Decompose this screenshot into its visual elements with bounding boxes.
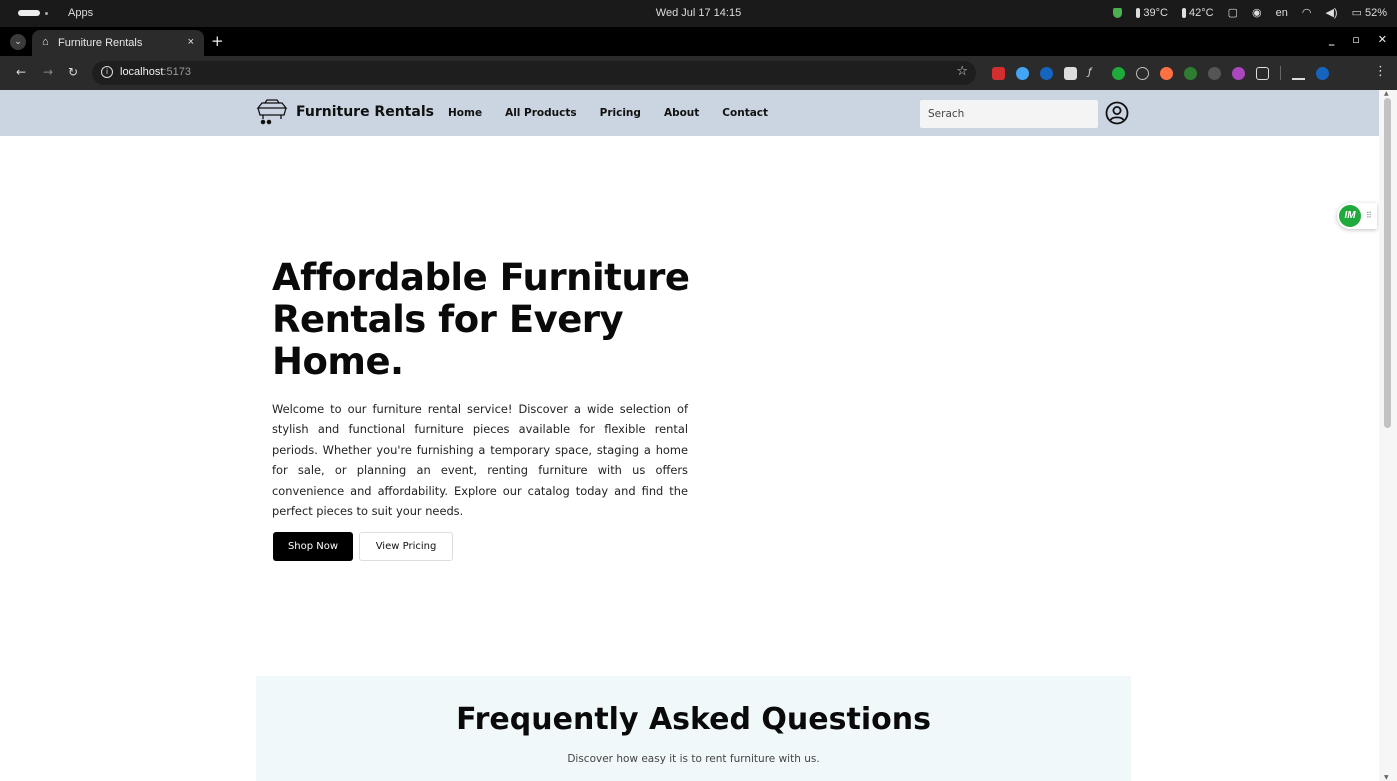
scroll-up-icon[interactable]: ▲: [1384, 90, 1389, 97]
back-icon[interactable]: ←: [16, 65, 26, 79]
tab-close-icon[interactable]: ×: [188, 36, 194, 48]
extensions-bar: ƒ: [992, 66, 1329, 80]
cart-logo-icon: [256, 98, 288, 126]
extension-grammar-icon[interactable]: [1184, 66, 1197, 80]
extension-purple-icon[interactable]: [1232, 66, 1245, 80]
floating-extension-widget[interactable]: IM ⠿: [1337, 203, 1377, 229]
extension-orange-icon[interactable]: [1160, 66, 1173, 80]
address-bar[interactable]: i localhost:5173 ☆: [92, 61, 976, 85]
hero-heading: Affordable Furniture Rentals for Every H…: [272, 256, 690, 383]
extensions-puzzle-icon[interactable]: [1256, 66, 1269, 80]
battery-percent: 52%: [1364, 6, 1387, 19]
thermometer-icon: [1181, 7, 1186, 18]
extension-red-icon[interactable]: [992, 66, 1005, 80]
extension-green-icon[interactable]: [1112, 66, 1125, 80]
minimize-icon[interactable]: _: [1329, 33, 1335, 46]
extension-blue-icon[interactable]: [1040, 66, 1053, 80]
gpu-temp[interactable]: 42°C: [1181, 6, 1214, 19]
new-tab-button[interactable]: +: [211, 32, 224, 50]
profile-avatar-icon[interactable]: [1316, 66, 1329, 80]
url-port: :5173: [163, 66, 191, 78]
brand-name: Furniture Rentals: [296, 104, 434, 120]
bookmark-star-icon[interactable]: ☆: [956, 64, 968, 79]
im-badge-icon[interactable]: IM: [1339, 205, 1361, 227]
nav-link-contact[interactable]: Contact: [722, 107, 768, 119]
site-info-icon[interactable]: i: [101, 66, 113, 78]
browser-tab[interactable]: ⌂ Furniture Rentals ×: [32, 30, 204, 56]
restore-icon[interactable]: ▫: [1352, 33, 1359, 46]
system-tray: 39°C 42°C ▢ ◉ en ◠ ◀) ▭ 52%: [1113, 6, 1387, 19]
cpu-temp[interactable]: 39°C: [1136, 7, 1168, 19]
site-navbar: Furniture Rentals Home All Products Pric…: [0, 90, 1379, 136]
nav-link-about[interactable]: About: [664, 107, 699, 119]
window-controls: _ ▫ ✕: [1329, 33, 1387, 46]
faq-subtitle: Discover how easy it is to rent furnitur…: [567, 753, 820, 765]
os-top-bar: Apps Wed Jul 17 14:15 39°C 42°C ▢ ◉ en ◠…: [0, 0, 1397, 27]
battery-icon: ▭: [1351, 7, 1362, 19]
volume-icon[interactable]: ◀): [1325, 6, 1337, 19]
drag-handle-icon[interactable]: ⠿: [1366, 211, 1372, 220]
reload-icon[interactable]: ↻: [68, 65, 78, 79]
extension-blue-ring-icon[interactable]: [1016, 66, 1029, 80]
browser-tab-strip: ⌄ ⌂ Furniture Rentals × + _ ▫ ✕: [0, 27, 1397, 56]
browser-menu-icon[interactable]: ⋮: [1374, 64, 1387, 79]
faq-section: Frequently Asked Questions Discover how …: [256, 676, 1131, 781]
brand-link[interactable]: Furniture Rentals: [256, 98, 434, 126]
web-page: Furniture Rentals Home All Products Pric…: [0, 90, 1397, 781]
scrollbar-thumb[interactable]: [1384, 98, 1391, 428]
extension-dark-icon[interactable]: [1208, 66, 1221, 80]
cpu-temp-value: 39°C: [1143, 6, 1168, 19]
nav-link-all-products[interactable]: All Products: [505, 107, 577, 119]
forward-icon[interactable]: →: [43, 65, 53, 79]
nav-link-home[interactable]: Home: [448, 107, 482, 119]
url-host: localhost: [120, 66, 164, 78]
gpu-temp-value: 42°C: [1188, 6, 1214, 19]
shield-icon[interactable]: [1113, 7, 1123, 18]
wifi-icon[interactable]: ◠: [1302, 6, 1312, 19]
extension-gray-icon[interactable]: [1064, 66, 1077, 80]
browser-toolbar: ← → ↻ i localhost:5173 ☆ ƒ ⋮: [0, 56, 1397, 90]
main-nav: Home All Products Pricing About Contact: [448, 107, 768, 119]
hero-description: Welcome to our furniture rental service!…: [272, 402, 688, 519]
page-scrollbar[interactable]: ▲ ▼: [1379, 90, 1397, 781]
toolbar-separator: [1280, 66, 1281, 80]
extension-ring-icon[interactable]: [1136, 66, 1149, 80]
search-input[interactable]: [920, 100, 1098, 128]
view-pricing-button[interactable]: View Pricing: [359, 532, 453, 561]
shop-now-button[interactable]: Shop Now: [273, 532, 353, 561]
tab-title: Furniture Rentals: [58, 37, 143, 49]
battery-indicator[interactable]: ▭ 52%: [1351, 6, 1387, 20]
user-account-icon[interactable]: [1105, 101, 1129, 129]
thermometer-icon: [1136, 7, 1141, 18]
scroll-down-icon[interactable]: ▼: [1384, 774, 1389, 781]
download-icon[interactable]: [1292, 67, 1305, 80]
extension-fx-icon[interactable]: ƒ: [1088, 67, 1101, 80]
faq-heading: Frequently Asked Questions: [456, 702, 931, 737]
nav-link-pricing[interactable]: Pricing: [600, 107, 641, 119]
clipboard-icon[interactable]: ▢: [1228, 6, 1238, 19]
url-text: localhost:5173: [120, 66, 191, 78]
chair-favicon-icon: ⌂: [42, 36, 49, 48]
tab-search-button[interactable]: ⌄: [10, 34, 26, 50]
language-indicator[interactable]: en: [1276, 7, 1288, 19]
close-window-icon[interactable]: ✕: [1378, 33, 1387, 46]
accessibility-icon[interactable]: ◉: [1252, 6, 1262, 19]
